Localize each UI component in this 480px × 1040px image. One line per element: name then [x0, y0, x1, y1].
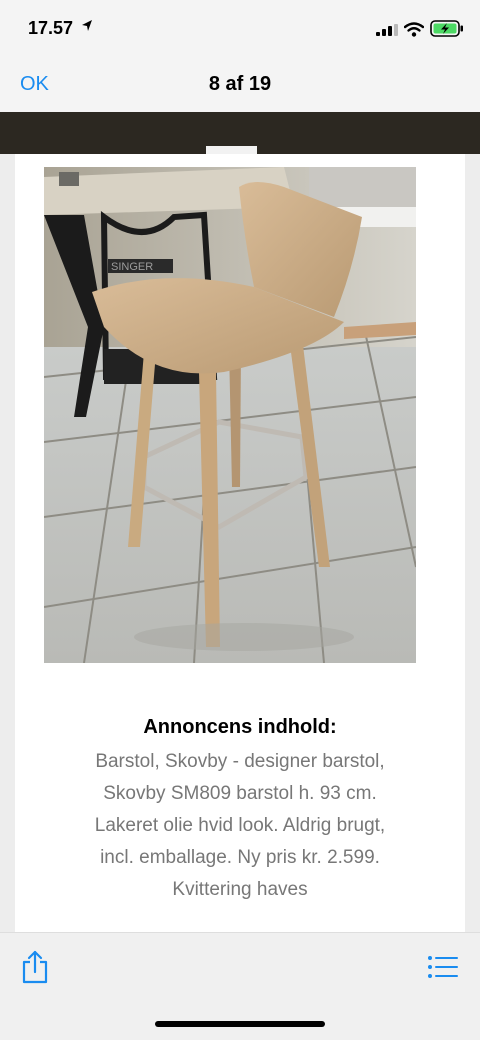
list-icon[interactable] [428, 956, 458, 978]
listing-description: Barstol, Skovby - designer barstol, Skov… [15, 746, 465, 906]
description-line: Kvittering haves [172, 879, 308, 900]
wifi-icon [404, 22, 424, 37]
listing-photo: SINGER [44, 167, 416, 663]
home-indicator[interactable] [155, 1021, 325, 1027]
status-bar: 17.57 [0, 0, 480, 58]
location-arrow-icon [82, 20, 92, 31]
description-line: incl. emballage. Ny pris kr. 2.599. [100, 847, 380, 868]
page-top-tab [206, 146, 257, 154]
sewing-machine-brand: SINGER [111, 261, 153, 273]
description-line: Lakeret olie hvid look. Aldrig brugt, [94, 815, 386, 836]
status-time: 17.57 [28, 18, 74, 38]
cellular-signal-icon [376, 24, 398, 36]
battery-charging-icon [430, 20, 463, 37]
description-line: Barstol, Skovby - designer barstol, [95, 751, 385, 772]
description-line: Skovby SM809 barstol h. 93 cm. [103, 783, 377, 804]
page-counter-title: 8 af 19 [208, 73, 272, 95]
listing-heading: Annoncens indhold: [143, 716, 337, 738]
share-icon[interactable] [21, 950, 49, 984]
bar-stool-photo: SINGER [44, 167, 416, 663]
navigation-bar: OK 8 af 19 [0, 58, 480, 112]
